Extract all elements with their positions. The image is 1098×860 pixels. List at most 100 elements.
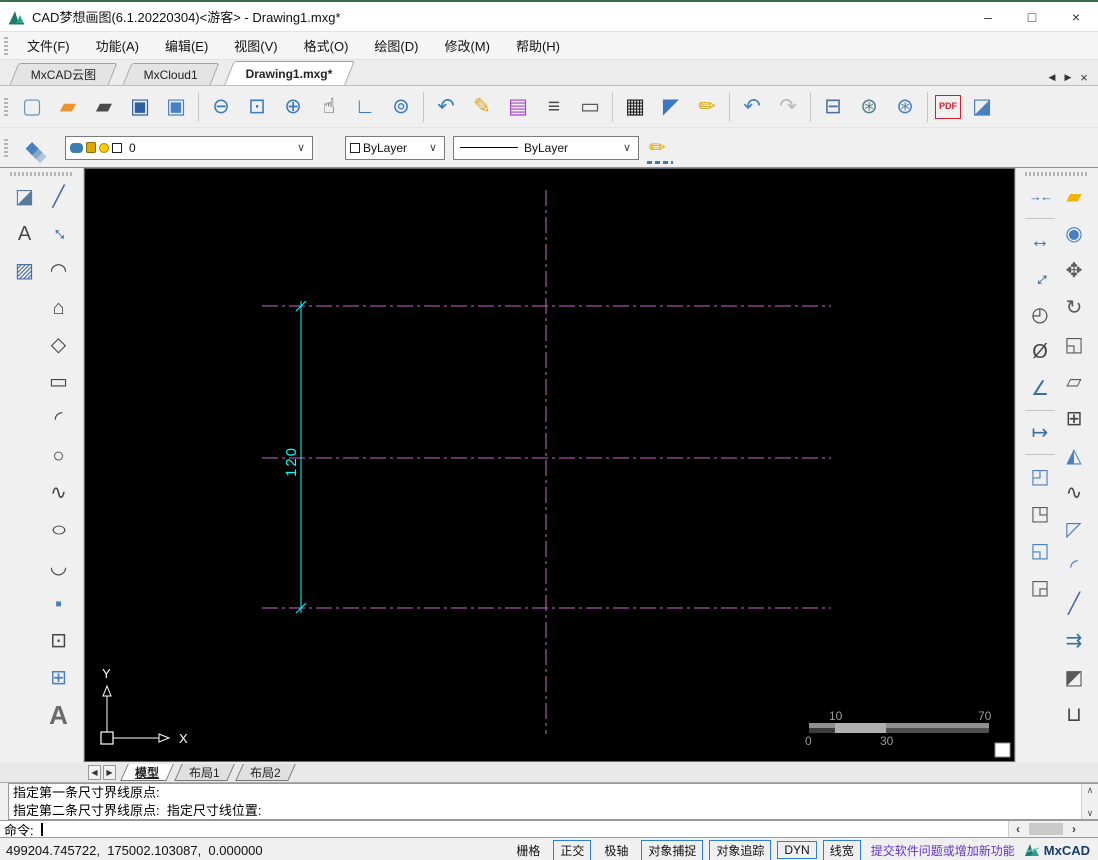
toolbar-drag-handle[interactable]: [4, 138, 8, 157]
point-icon[interactable]: ▪: [43, 588, 75, 619]
export-pdf-icon[interactable]: PDF: [935, 94, 961, 119]
scroll-right-icon[interactable]: ›: [1065, 822, 1083, 836]
save-icon[interactable]: ▣: [125, 92, 155, 122]
panel-drag-handle[interactable]: [9, 172, 74, 176]
break-icon[interactable]: ╱: [1058, 588, 1090, 619]
copy-icon[interactable]: ◉: [1058, 218, 1090, 249]
diameter-dimension-icon[interactable]: Ø: [1024, 336, 1056, 367]
print-icon[interactable]: ⊟: [818, 92, 848, 122]
insert-block-icon[interactable]: ⊡: [43, 625, 75, 656]
canvas-background[interactable]: [85, 169, 1014, 761]
menu-item-7[interactable]: 修改(M): [431, 33, 503, 58]
menu-item-1[interactable]: 文件(F): [14, 33, 83, 58]
menu-item-6[interactable]: 绘图(D): [361, 33, 431, 58]
move-icon[interactable]: ✥: [1058, 255, 1090, 286]
doc-tab-3[interactable]: Drawing1.mxg*: [224, 61, 355, 85]
chevron-down-icon[interactable]: ∨: [620, 141, 634, 154]
angular-dimension-icon[interactable]: ∠: [1024, 373, 1056, 404]
open-file-icon[interactable]: ▰: [89, 92, 119, 122]
next-tab-icon[interactable]: ▶: [1060, 69, 1076, 85]
scroll-left-icon[interactable]: ‹: [1009, 822, 1027, 836]
toggle-7[interactable]: 线宽: [822, 839, 861, 860]
close-icon[interactable]: ×: [1054, 2, 1098, 31]
color-select[interactable]: ByLayer ∨: [345, 135, 445, 160]
lineweight-pencil-icon[interactable]: ✏: [647, 135, 673, 164]
group-icon[interactable]: ⊔: [1058, 699, 1090, 730]
array-icon[interactable]: ⊞: [1058, 403, 1090, 434]
menu-item-5[interactable]: 格式(O): [291, 33, 362, 58]
toggle-3[interactable]: 极轴: [597, 840, 635, 860]
toggle-6[interactable]: DYN: [777, 841, 817, 859]
draw-pencil-icon[interactable]: ✎: [467, 92, 497, 122]
mirror-icon[interactable]: ◭: [1058, 440, 1090, 471]
chamfer-icon[interactable]: ◸: [1058, 514, 1090, 545]
linetype-manager-icon[interactable]: ≡: [539, 92, 569, 122]
continue-dimension-icon[interactable]: ↦: [1024, 417, 1056, 448]
polygon-icon[interactable]: ⌂: [43, 292, 75, 323]
save-as-icon[interactable]: ▣: [161, 92, 191, 122]
open-web-icon[interactable]: ⊛: [890, 92, 920, 122]
arc-icon[interactable]: ◠: [43, 255, 75, 286]
menu-item-4[interactable]: 视图(V): [221, 33, 290, 58]
ucs-axes-icon[interactable]: ∟: [350, 92, 380, 122]
offset-icon[interactable]: ▱: [1058, 366, 1090, 397]
polyline-icon[interactable]: ◇: [43, 329, 75, 360]
linetype-select[interactable]: ByLayer ∨: [453, 135, 639, 160]
zoom-inout-icon[interactable]: ⊖: [206, 92, 236, 122]
layout-tab-2[interactable]: 布局1: [174, 763, 235, 781]
layer-select[interactable]: 0 ∨: [65, 135, 313, 160]
doc-tab-1[interactable]: MxCAD云图: [9, 63, 118, 85]
undo-icon[interactable]: ↶: [737, 92, 767, 122]
chevron-down-icon[interactable]: ∨: [426, 141, 440, 154]
command-prompt[interactable]: 命令:: [0, 820, 37, 839]
open-drawing-icon[interactable]: ▰: [53, 92, 83, 122]
page-setup-icon[interactable]: ▭: [575, 92, 605, 122]
menu-item-3[interactable]: 编辑(E): [152, 33, 221, 58]
scroll-up-icon[interactable]: ∧: [1087, 784, 1094, 796]
draworder-below-icon[interactable]: ◲: [1024, 572, 1056, 603]
text-icon[interactable]: A: [43, 699, 75, 730]
zoom-all-icon[interactable]: ⊕: [278, 92, 308, 122]
command-hscrollbar[interactable]: ‹ ›: [1008, 821, 1098, 837]
layers-stack-icon[interactable]: ◆: [17, 133, 47, 163]
maximize-icon[interactable]: □: [1010, 2, 1054, 31]
circle-icon[interactable]: ○: [43, 440, 75, 471]
spline-icon[interactable]: ∿: [43, 477, 75, 508]
export-image-icon[interactable]: ◪: [967, 92, 997, 122]
linear-dimension-icon[interactable]: ↔: [1024, 225, 1056, 256]
toggle-5[interactable]: 对象追踪: [709, 839, 772, 860]
hatch-icon[interactable]: ▨: [9, 255, 41, 286]
color-palette-icon[interactable]: ▤: [503, 92, 533, 122]
zoom-center-icon[interactable]: ⊚: [386, 92, 416, 122]
panel-drag-handle[interactable]: [1025, 172, 1089, 176]
new-file-icon[interactable]: ▢: [17, 92, 47, 122]
ellipse-icon[interactable]: ○: [35, 514, 81, 545]
draworder-front-icon[interactable]: ◰: [1024, 461, 1056, 492]
quick-select-icon[interactable]: ◤: [656, 92, 686, 122]
rectangle-icon[interactable]: ▭: [43, 366, 75, 397]
menu-item-2[interactable]: 功能(A): [83, 33, 152, 58]
aligned-dimension-icon[interactable]: ↔: [1018, 255, 1063, 300]
create-block-icon[interactable]: ⊞: [43, 662, 75, 693]
draworder-above-icon[interactable]: ◱: [1024, 535, 1056, 566]
cad-drawing[interactable]: 120 10 70 0 30 X Y: [85, 169, 1014, 761]
insert-image-icon[interactable]: ◪: [9, 181, 41, 212]
command-history-scrollbar[interactable]: ∧ ∨: [1081, 784, 1098, 819]
rotate-icon[interactable]: ↻: [1058, 292, 1090, 323]
prev-tab-icon[interactable]: ◀: [1044, 69, 1060, 85]
toolbar-drag-handle[interactable]: [4, 97, 8, 116]
scale-icon[interactable]: ◱: [1058, 329, 1090, 360]
fillet-icon[interactable]: ◜: [1058, 551, 1090, 582]
chevron-down-icon[interactable]: ∨: [294, 141, 308, 154]
next-layout-icon[interactable]: ▶: [103, 764, 116, 780]
dim-edit-icon[interactable]: →←: [1024, 181, 1056, 212]
menu-item-8[interactable]: 帮助(H): [503, 33, 573, 58]
curve-icon[interactable]: ∿: [1058, 477, 1090, 508]
layout-tab-1[interactable]: 模型: [120, 763, 174, 781]
drawing-canvas[interactable]: 120 10 70 0 30 X Y: [84, 168, 1015, 762]
line-icon[interactable]: ╱: [43, 181, 75, 212]
zoom-previous-icon[interactable]: ↶: [431, 92, 461, 122]
ellipse-arc-icon[interactable]: ◡: [43, 551, 75, 582]
close-tab-icon[interactable]: ×: [1076, 69, 1092, 85]
extend-icon[interactable]: ⇉: [1058, 625, 1090, 656]
